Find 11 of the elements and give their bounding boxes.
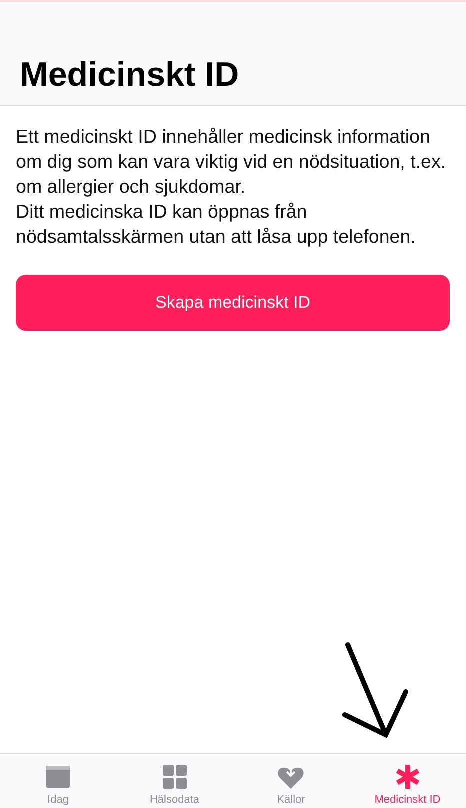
tab[interactable]: Idag — [0, 754, 116, 808]
description-text: Ett medicinskt ID innehåller medicinsk information om dig som kan vara viktig vid en nödsituation, t.ex. om allergier och sjukdomar. — [16, 125, 448, 199]
asterisk-icon — [394, 764, 421, 790]
tab[interactable]: Källor — [233, 754, 350, 808]
tab[interactable]: Hälsodata — [116, 754, 233, 808]
create-medical-id-button[interactable]: Skapa medicinskt ID — [16, 275, 450, 331]
page-title: Medicinskt ID — [20, 56, 240, 95]
calendar-icon — [45, 764, 72, 790]
tab[interactable]: Medicinskt ID — [350, 754, 466, 808]
description-text: Ditt medicinska ID kan öppnas från nödsamtalsskärmen utan att låsa upp telefonen. — [16, 200, 417, 249]
grid-icon — [162, 764, 188, 790]
